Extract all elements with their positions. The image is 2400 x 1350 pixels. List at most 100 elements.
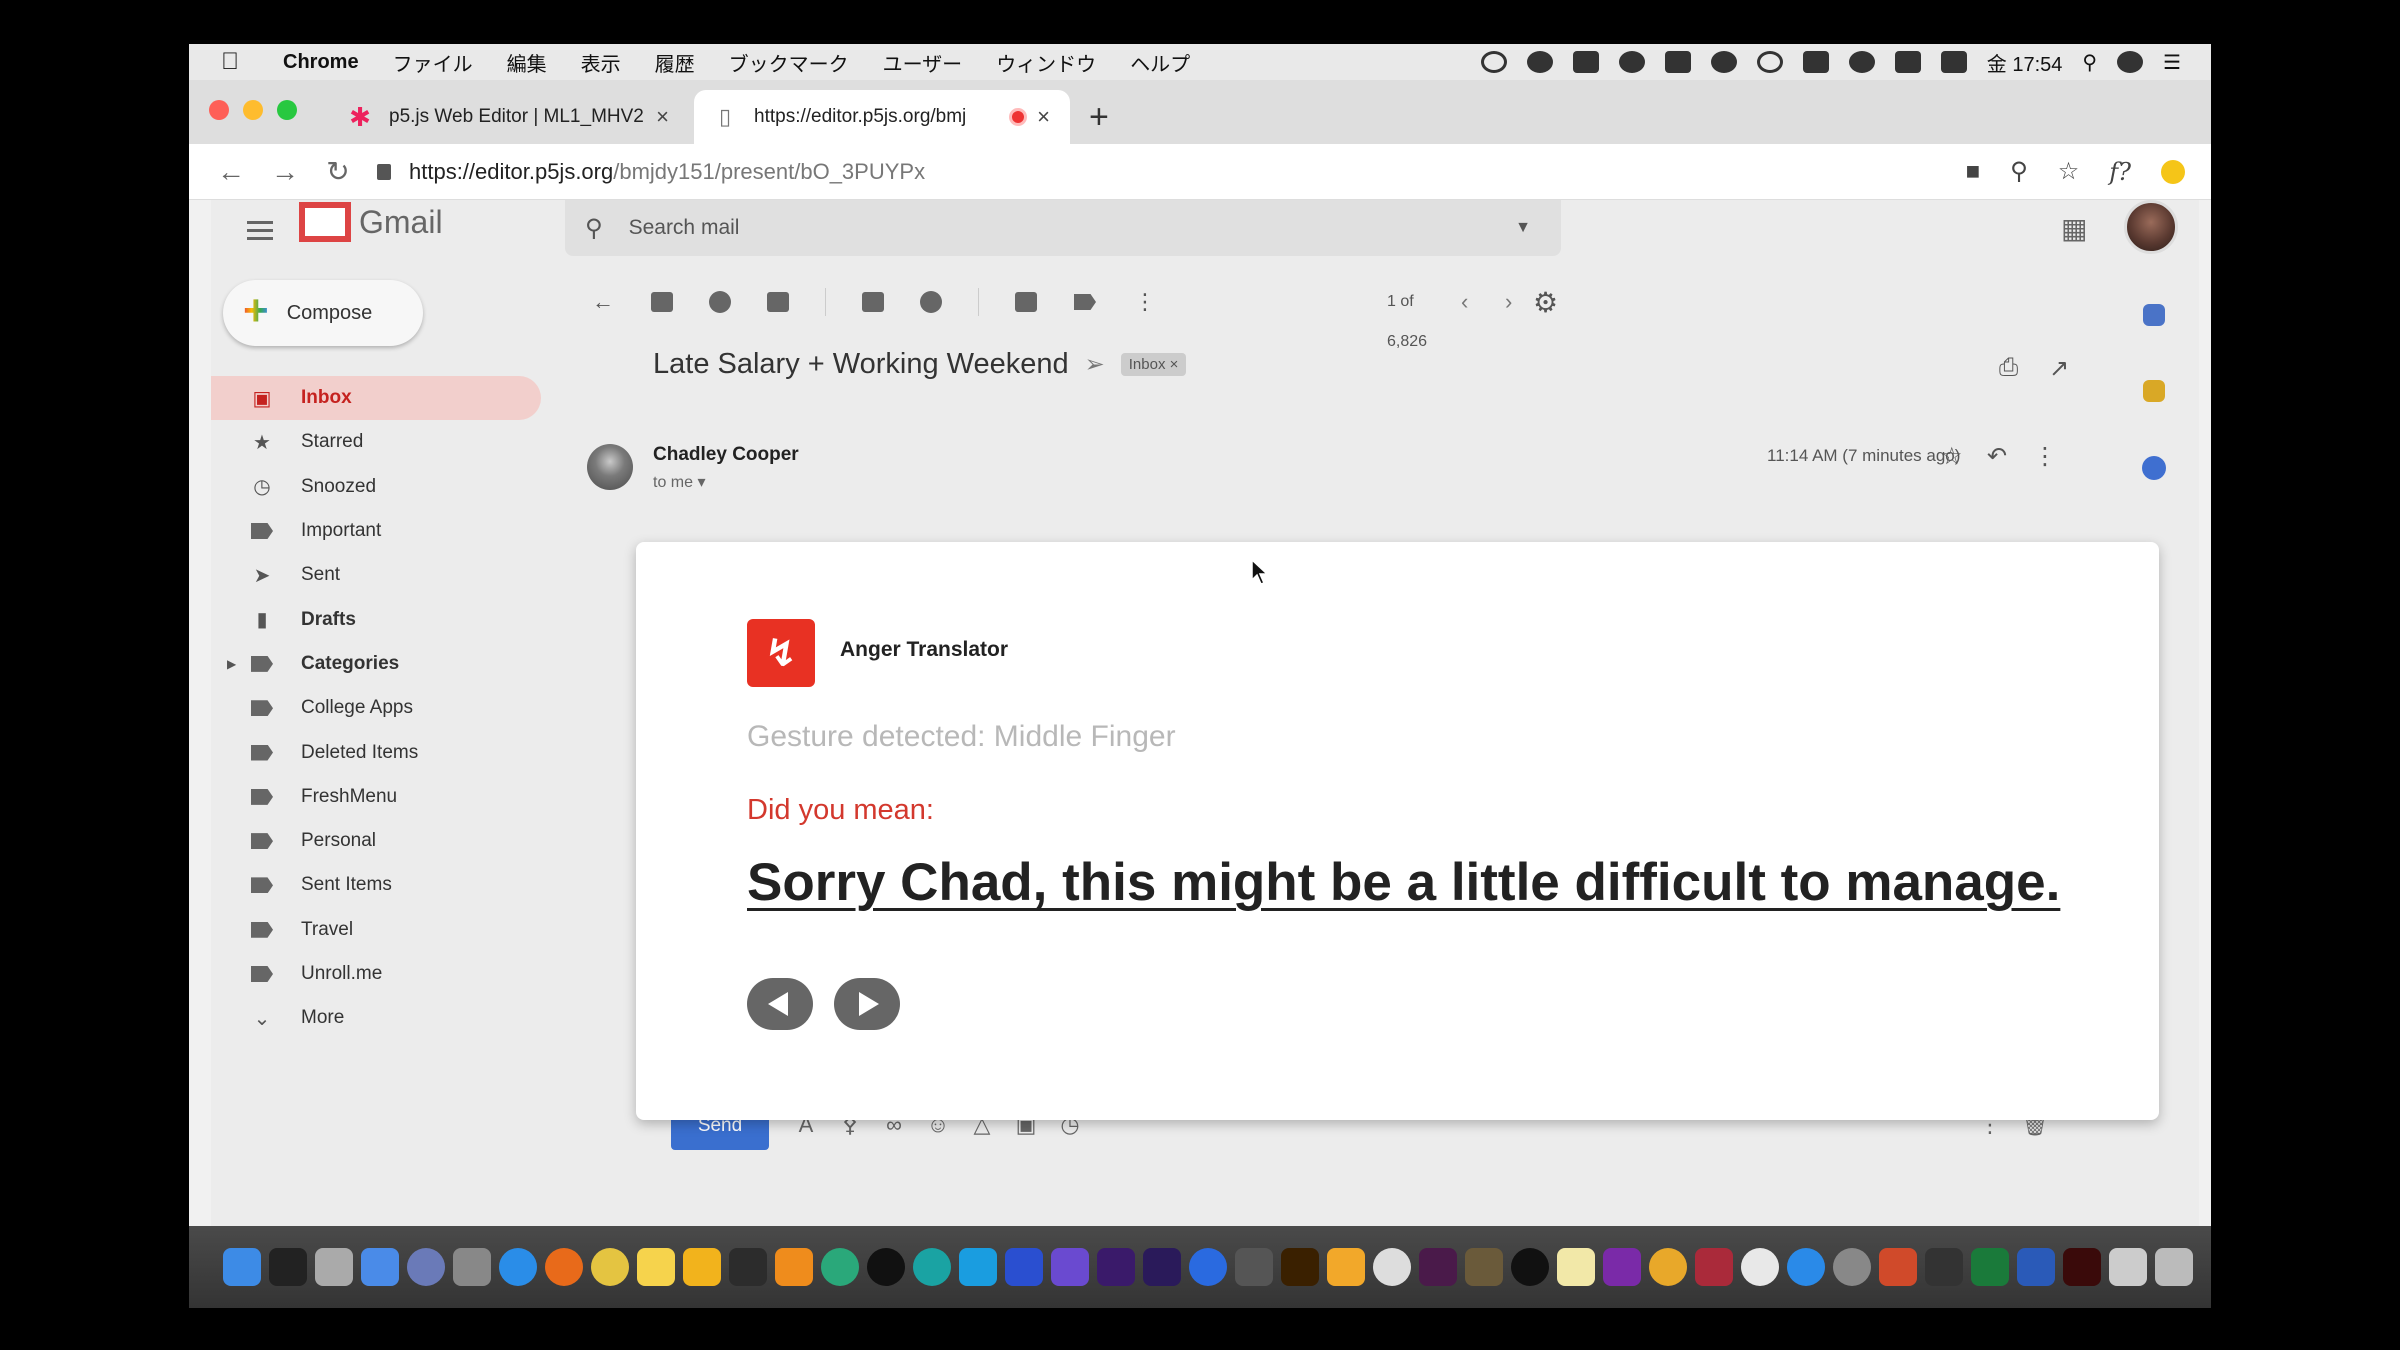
- menu-history[interactable]: 履歴: [655, 48, 695, 77]
- back-icon[interactable]: ←: [217, 156, 245, 188]
- keep-icon[interactable]: [2143, 380, 2165, 402]
- sidebar-item-inbox[interactable]: ▣ Inbox: [211, 376, 541, 421]
- tab-close-icon[interactable]: ×: [1037, 104, 1050, 130]
- sidebar-item-sent[interactable]: ➤ Sent: [211, 553, 541, 597]
- expand-icon[interactable]: ▶: [227, 657, 236, 671]
- after-effects-icon[interactable]: [1143, 1248, 1181, 1286]
- xquartz-icon[interactable]: [1511, 1248, 1549, 1286]
- finder-icon[interactable]: [223, 1248, 261, 1286]
- labels-icon[interactable]: [1073, 290, 1097, 314]
- address-bar[interactable]: https://editor.p5js.org/bmjdy151/present…: [377, 150, 1966, 194]
- safari-icon[interactable]: [499, 1248, 537, 1286]
- audition-icon[interactable]: [1005, 1248, 1043, 1286]
- main-menu-icon[interactable]: [247, 216, 273, 245]
- menubar-clock[interactable]: 金 17:54: [1987, 48, 2063, 77]
- message-more-icon[interactable]: ⋮: [2033, 442, 2057, 471]
- acrobat-icon[interactable]: [2063, 1248, 2101, 1286]
- sidebar-item-travel[interactable]: Travel: [211, 908, 541, 952]
- apps-grid-icon[interactable]: ▦: [2061, 212, 2087, 245]
- arduino-icon[interactable]: [913, 1248, 951, 1286]
- minimize-window-button[interactable]: [243, 100, 263, 120]
- xcode-icon[interactable]: [361, 1248, 399, 1286]
- shield-icon[interactable]: [1756, 51, 1783, 73]
- more-options-icon[interactable]: ⋮: [1133, 289, 1157, 314]
- premiere-icon[interactable]: [1097, 1248, 1135, 1286]
- settings-gear-icon[interactable]: ⚙: [1533, 286, 1558, 319]
- tab-present[interactable]: ▯ https://editor.p5js.org/bmj ×: [694, 90, 1070, 144]
- input-source-icon[interactable]: [1940, 51, 1967, 73]
- sidebar-item-freshmenu[interactable]: FreshMenu: [211, 775, 541, 819]
- app-store-icon[interactable]: [1787, 1248, 1825, 1286]
- battery-icon[interactable]: [1894, 51, 1921, 73]
- menu-app-name[interactable]: Chrome: [283, 51, 359, 74]
- forward-icon[interactable]: →: [271, 156, 299, 188]
- quicktime-icon[interactable]: [1189, 1248, 1227, 1286]
- sidebar-item-unroll-me[interactable]: Unroll.me: [211, 952, 541, 996]
- excel-icon[interactable]: [1971, 1248, 2009, 1286]
- sidebar-item-personal[interactable]: Personal: [211, 819, 541, 863]
- screen-record-icon[interactable]: [1480, 51, 1507, 73]
- siri-dock-icon[interactable]: [407, 1248, 445, 1286]
- account-avatar[interactable]: [2124, 200, 2178, 254]
- textedit-icon[interactable]: [1557, 1248, 1595, 1286]
- report-spam-icon[interactable]: [709, 291, 731, 313]
- important-marker-icon[interactable]: ➢: [1085, 350, 1105, 379]
- new-window-icon[interactable]: ↗: [2049, 354, 2069, 383]
- newer-icon[interactable]: ›: [1505, 289, 1512, 314]
- apple-menu-icon[interactable]: : [221, 48, 245, 76]
- word-icon[interactable]: [2017, 1248, 2055, 1286]
- inkscape-icon[interactable]: [729, 1248, 767, 1286]
- terminal-icon[interactable]: [269, 1248, 307, 1286]
- print-icon[interactable]: ⎙: [1999, 354, 2018, 382]
- menu-file[interactable]: ファイル: [393, 48, 473, 77]
- icloud-icon[interactable]: [1373, 1248, 1411, 1286]
- function-ext-icon[interactable]: f?: [2109, 158, 2131, 186]
- sidebar-item-starred[interactable]: ★ Starred: [211, 420, 541, 464]
- p5-app-icon[interactable]: [867, 1248, 905, 1286]
- menu-users[interactable]: ユーザー: [883, 48, 963, 77]
- battery-app-icon[interactable]: [1664, 51, 1691, 73]
- new-tab-button[interactable]: +: [1089, 98, 1109, 137]
- sender-avatar[interactable]: [587, 444, 633, 490]
- mark-unread-icon[interactable]: [862, 292, 884, 312]
- wifi-icon[interactable]: [1848, 51, 1875, 73]
- piano-app-icon[interactable]: [1925, 1248, 1963, 1286]
- zoom-window-button[interactable]: [277, 100, 297, 120]
- menu-bookmarks[interactable]: ブックマーク: [729, 48, 849, 77]
- illustrator-icon[interactable]: [1281, 1248, 1319, 1286]
- compose-button[interactable]: + Compose: [223, 280, 423, 346]
- app-dock-icon[interactable]: [1465, 1248, 1503, 1286]
- skype-icon[interactable]: [959, 1248, 997, 1286]
- docker-icon[interactable]: [1572, 51, 1599, 73]
- menu-view[interactable]: 表示: [581, 48, 621, 77]
- imovie-icon[interactable]: [1051, 1248, 1089, 1286]
- previous-button[interactable]: [747, 978, 813, 1030]
- system-preferences-icon[interactable]: [1833, 1248, 1871, 1286]
- downloads-stack-icon[interactable]: [2109, 1248, 2147, 1286]
- photo-booth-icon[interactable]: [1695, 1248, 1733, 1286]
- search-icon[interactable]: ⚲: [585, 214, 603, 243]
- menu-help[interactable]: ヘルプ: [1130, 48, 1190, 77]
- zoom-icon[interactable]: ⚲: [2010, 157, 2028, 186]
- move-to-icon[interactable]: [1015, 292, 1037, 312]
- older-icon[interactable]: ‹: [1461, 289, 1468, 314]
- notes-app-icon[interactable]: [315, 1248, 353, 1286]
- camera-icon[interactable]: ■: [1966, 158, 1981, 186]
- tasks-icon[interactable]: [2142, 456, 2166, 480]
- recipient-details[interactable]: to me ▾: [653, 472, 706, 492]
- archive-icon[interactable]: [651, 292, 673, 312]
- sublime-icon[interactable]: [775, 1248, 813, 1286]
- reply-icon[interactable]: ↶: [1987, 442, 2007, 471]
- next-button[interactable]: [834, 978, 900, 1030]
- sidebar-item-categories[interactable]: ▶ Categories: [211, 642, 541, 686]
- gmail-logo[interactable]: Gmail: [299, 202, 443, 242]
- back-to-inbox-icon[interactable]: ←: [591, 289, 615, 314]
- atom-icon[interactable]: [821, 1248, 859, 1286]
- tab-p5-editor[interactable]: ✱ p5.js Web Editor | ML1_MHV2 ×: [329, 90, 689, 144]
- trash-icon[interactable]: [2155, 1248, 2193, 1286]
- sidebar-item-deleted-items[interactable]: Deleted Items: [211, 730, 541, 774]
- itunes-icon[interactable]: [1741, 1248, 1779, 1286]
- sidebar-item-important[interactable]: Important: [211, 509, 541, 553]
- calendar-icon[interactable]: [2143, 304, 2165, 326]
- notification-center-icon[interactable]: ☰: [2163, 50, 2181, 75]
